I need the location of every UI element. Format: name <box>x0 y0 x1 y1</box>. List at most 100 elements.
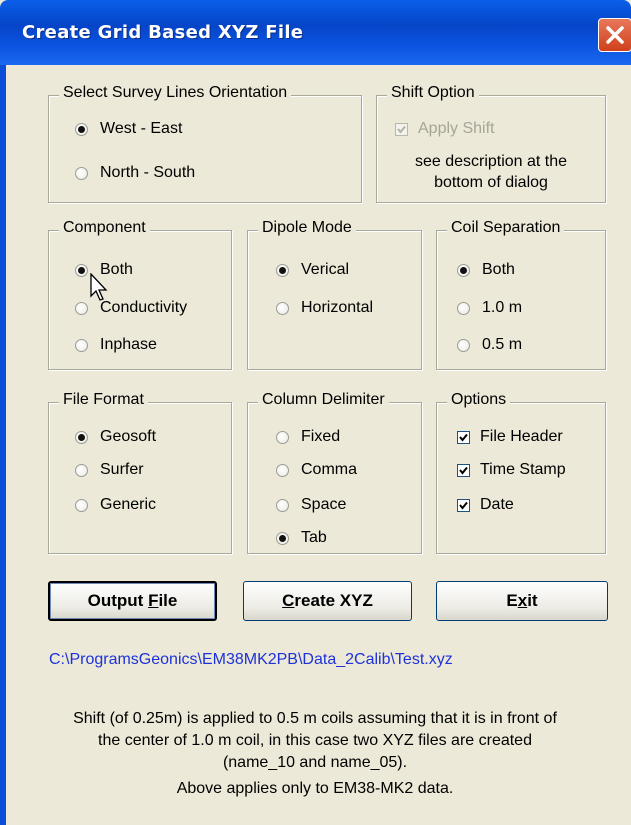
radio-button[interactable] <box>75 338 88 352</box>
close-button[interactable] <box>598 18 631 52</box>
radio-button[interactable] <box>75 301 88 315</box>
delimiter-group: Column Delimiter Fixed Comma Space Tab <box>247 391 422 554</box>
window-title: Create Grid Based XYZ File <box>22 22 304 43</box>
radio-horizontal[interactable]: Horizontal <box>276 299 373 317</box>
radio-button[interactable] <box>276 463 289 477</box>
radio-label: North - South <box>100 164 196 181</box>
shift-description: see description at the bottom of dialog <box>377 151 605 193</box>
file-format-group: File Format Geosoft Surfer Generic <box>48 391 232 554</box>
dialog-window: Create Grid Based XYZ File Select Survey… <box>0 0 631 825</box>
radio-label: Surfer <box>100 461 144 478</box>
radio-label: Horizontal <box>301 299 374 316</box>
component-group: Component Both Conductivity Inphase <box>48 219 232 370</box>
radio-space[interactable]: Space <box>276 496 346 514</box>
output-path: C:\ProgramsGeonics\EM38MK2PB\Data_2Calib… <box>49 651 453 668</box>
note-line: Above applies only to EM38-MK2 data. <box>176 780 454 797</box>
button-label-part: ile <box>158 591 178 610</box>
radio-button[interactable] <box>75 430 88 444</box>
radio-coil-1m[interactable]: 1.0 m <box>457 299 522 317</box>
checkbox[interactable] <box>457 498 470 512</box>
radio-button[interactable] <box>276 531 289 545</box>
delimiter-legend: Column Delimiter <box>258 391 389 409</box>
radio-button[interactable] <box>276 430 289 444</box>
dipole-legend: Dipole Mode <box>258 219 356 237</box>
checkmark-icon <box>459 501 468 510</box>
window-frame-left <box>0 65 6 825</box>
radio-fixed[interactable]: Fixed <box>276 428 340 446</box>
radio-surfer[interactable]: Surfer <box>75 461 144 479</box>
radio-button[interactable] <box>457 338 470 352</box>
accelerator-key: C <box>282 591 295 610</box>
radio-comma[interactable]: Comma <box>276 461 357 479</box>
radio-label: Both <box>482 261 515 278</box>
radio-label: Tab <box>301 529 327 546</box>
checkmark-icon <box>459 466 468 475</box>
mouse-cursor-icon <box>90 273 108 301</box>
button-label-part: reate XYZ <box>294 591 373 610</box>
button-label: Exit <box>506 591 537 611</box>
radio-label: Verical <box>301 261 350 278</box>
radio-label: West - East <box>100 120 183 137</box>
orientation-legend: Select Survey Lines Orientation <box>59 84 292 102</box>
radio-north-south[interactable]: North - South <box>75 164 195 182</box>
apply-shift-checkbox[interactable]: Apply Shift <box>395 120 494 138</box>
output-file-button[interactable]: Output File <box>48 581 217 621</box>
component-legend: Component <box>59 219 150 237</box>
button-label-part: E <box>506 591 518 610</box>
radio-vertical[interactable]: Verical <box>276 261 349 279</box>
button-label: Create XYZ <box>282 591 373 611</box>
radio-button[interactable] <box>457 263 470 277</box>
checkbox[interactable] <box>457 463 470 477</box>
radio-label: Comma <box>301 461 358 478</box>
checkbox[interactable] <box>457 430 470 444</box>
shift-legend: Shift Option <box>387 84 479 102</box>
radio-coil-both[interactable]: Both <box>457 261 515 279</box>
checkmark-icon <box>397 125 406 134</box>
options-group: Options File Header Time Stamp Date <box>436 391 606 554</box>
checkbox-file-header[interactable]: File Header <box>457 428 563 446</box>
radio-coil-05m[interactable]: 0.5 m <box>457 336 522 354</box>
radio-inphase[interactable]: Inphase <box>75 336 157 354</box>
create-xyz-button[interactable]: Create XYZ <box>243 581 412 621</box>
radio-label: Conductivity <box>100 299 188 316</box>
radio-label: Space <box>301 496 347 513</box>
radio-button[interactable] <box>75 122 88 136</box>
exit-button[interactable]: Exit <box>436 581 608 621</box>
checkbox-label: Time Stamp <box>480 461 566 478</box>
radio-generic[interactable]: Generic <box>75 496 156 514</box>
note-line: (name_10 and name_05). <box>222 754 408 771</box>
orientation-group: Select Survey Lines Orientation West - E… <box>48 84 362 203</box>
checkbox[interactable] <box>395 122 408 136</box>
shift-group: Shift Option Apply Shift see description… <box>376 84 606 203</box>
button-label-part: it <box>527 591 538 610</box>
radio-label: Inphase <box>100 336 157 353</box>
checkbox-date[interactable]: Date <box>457 496 514 514</box>
radio-button[interactable] <box>75 166 88 180</box>
radio-button[interactable] <box>75 498 88 512</box>
checkbox-label: Apply Shift <box>418 120 495 137</box>
checkbox-time-stamp[interactable]: Time Stamp <box>457 461 566 479</box>
radio-geosoft[interactable]: Geosoft <box>75 428 156 446</box>
radio-button[interactable] <box>75 263 88 277</box>
close-icon <box>606 26 624 44</box>
title-bar[interactable]: Create Grid Based XYZ File <box>0 0 631 65</box>
dipole-group: Dipole Mode Verical Horizontal <box>247 219 422 370</box>
shift-description-line: bottom of dialog <box>434 174 548 191</box>
file-format-legend: File Format <box>59 391 148 409</box>
radio-label: Geosoft <box>100 428 157 445</box>
radio-label: Generic <box>100 496 157 513</box>
radio-button[interactable] <box>276 498 289 512</box>
radio-button[interactable] <box>276 263 289 277</box>
radio-button[interactable] <box>457 301 470 315</box>
coil-group: Coil Separation Both 1.0 m 0.5 m <box>436 219 606 370</box>
radio-button[interactable] <box>276 301 289 315</box>
button-label: Output File <box>88 591 178 611</box>
options-legend: Options <box>447 391 511 409</box>
radio-west-east[interactable]: West - East <box>75 120 182 138</box>
radio-tab[interactable]: Tab <box>276 529 327 547</box>
radio-button[interactable] <box>75 463 88 477</box>
shift-description-line: see description at the <box>414 153 568 170</box>
checkbox-label: Date <box>480 496 514 513</box>
button-label-part: Output <box>87 591 149 610</box>
checkmark-icon <box>459 433 468 442</box>
